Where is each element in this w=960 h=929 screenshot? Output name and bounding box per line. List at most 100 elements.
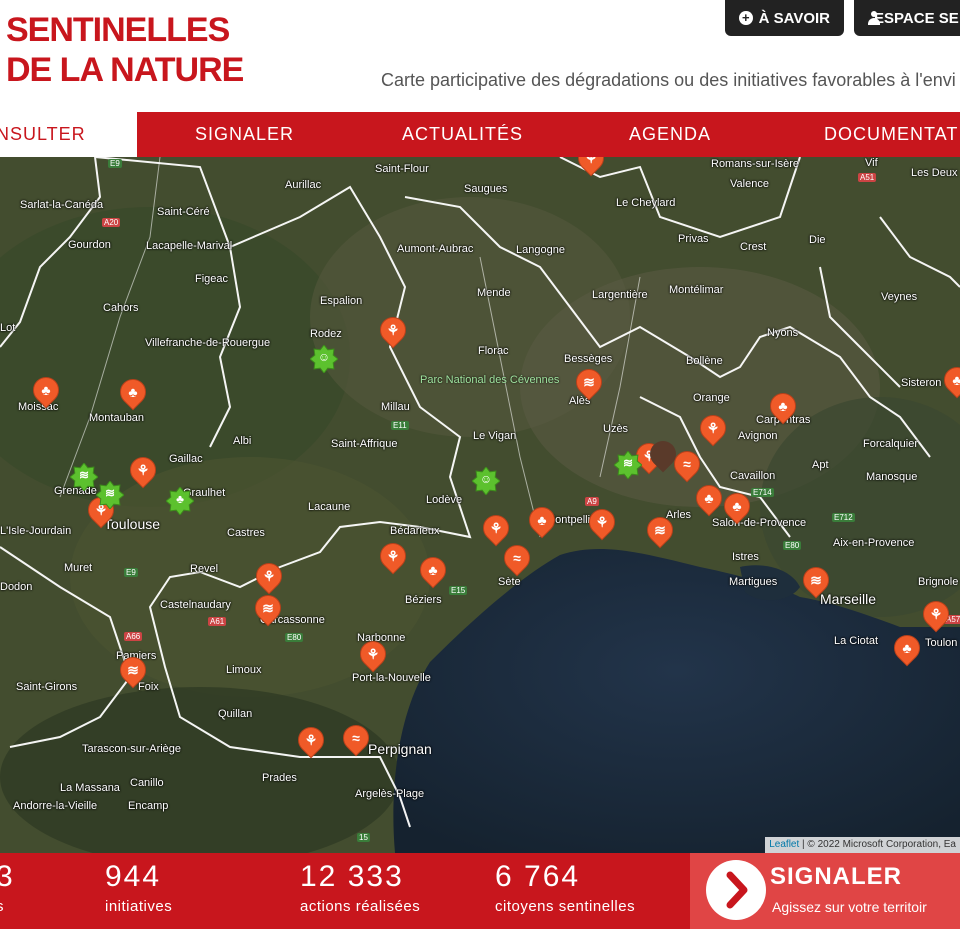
road-shield: A51 xyxy=(858,173,877,182)
report-marker[interactable]: ≋ xyxy=(641,511,679,553)
road-shield: E11 xyxy=(391,421,409,430)
squirrel-icon: ⚘ xyxy=(706,420,720,436)
place-label: Bédarieux xyxy=(390,525,440,537)
report-marker[interactable]: ♣ xyxy=(114,373,152,415)
report-marker[interactable]: ♣ xyxy=(718,487,756,529)
report-marker[interactable]: ♣ xyxy=(414,551,452,593)
initiative-marker[interactable]: ♣ xyxy=(166,487,194,515)
place-label: Castres xyxy=(227,527,265,539)
place-label: La Massana xyxy=(60,782,120,794)
report-marker[interactable]: ♣ xyxy=(27,371,65,413)
water-icon: ≋ xyxy=(78,468,90,482)
report-marker[interactable]: ♣ xyxy=(764,387,802,429)
place-label: Largentière xyxy=(592,289,648,301)
report-marker[interactable]: ⚘ xyxy=(583,503,621,545)
squirrel-icon: ⚘ xyxy=(584,157,598,166)
squirrel-icon: ⚘ xyxy=(262,568,276,584)
tree-icon: ♣ xyxy=(778,398,788,414)
stat-label: initiatives xyxy=(105,898,173,915)
nav-documentation[interactable]: DOCUMENTATI xyxy=(824,112,960,157)
people-icon: ☺ xyxy=(479,472,493,486)
report-marker[interactable]: ⚘ xyxy=(124,451,162,493)
report-marker[interactable]: ≋ xyxy=(797,561,835,603)
initiative-marker[interactable]: ☺ xyxy=(310,345,338,373)
user-space-button[interactable]: ESPACE SE xyxy=(854,0,960,36)
place-label: Perpignan xyxy=(368,741,432,757)
report-marker[interactable]: ♣ xyxy=(938,361,960,403)
nav-agenda[interactable]: AGENDA xyxy=(629,112,711,157)
place-label: Crest xyxy=(740,241,767,253)
tree-icon: ♣ xyxy=(952,372,960,388)
nav-signaler[interactable]: SIGNALER xyxy=(195,112,294,157)
report-marker[interactable]: ♣ xyxy=(523,501,561,543)
place-label: Limoux xyxy=(226,664,262,676)
water-icon: ≋ xyxy=(127,662,139,678)
place-label: Mende xyxy=(477,287,511,299)
report-marker[interactable]: ⚘ xyxy=(374,537,412,579)
place-label: Tarascon-sur-Ariège xyxy=(82,743,182,755)
nav-consulter[interactable]: NSULTER xyxy=(0,112,137,157)
initiative-marker[interactable]: ≋ xyxy=(614,451,642,479)
place-label: Saint-Céré xyxy=(157,206,210,218)
place-label: Quillan xyxy=(218,708,253,720)
main-nav: NSULTER SIGNALER ACTUALITÉS AGENDA DOCUM… xyxy=(0,112,960,157)
stat-label: citoyens sentinelles xyxy=(495,898,636,915)
cta-title: SIGNALER xyxy=(770,863,903,890)
place-label: Montélimar xyxy=(669,284,724,296)
place-label: Romans-sur-Isère xyxy=(711,158,800,170)
place-label: Saint-Girons xyxy=(16,681,78,693)
initiative-marker[interactable]: ☺ xyxy=(472,467,500,495)
report-marker[interactable]: ⚘ xyxy=(292,721,330,763)
tagline: Carte participative des dégradations ou … xyxy=(381,70,956,90)
tree-icon: ♣ xyxy=(537,512,547,528)
place-label: Canillo xyxy=(130,777,164,789)
place-label: Le Vigan xyxy=(473,430,517,442)
report-marker[interactable]: ♣ xyxy=(888,629,926,671)
attribution-text: | © 2022 Microsoft Corporation, Ea xyxy=(799,839,956,850)
report-marker[interactable]: ≋ xyxy=(114,651,152,693)
place-label: Aurillac xyxy=(285,179,322,191)
place-label: Istres xyxy=(732,551,759,563)
squirrel-icon: ⚘ xyxy=(489,520,503,536)
report-marker[interactable] xyxy=(644,435,682,477)
water-icon: ≋ xyxy=(622,456,634,470)
place-label: Saint-Flour xyxy=(375,163,429,175)
report-marker[interactable]: ≈ xyxy=(668,445,706,487)
report-marker[interactable]: ⚘ xyxy=(354,635,392,677)
stat-label: s xyxy=(0,897,15,917)
report-marker[interactable]: ⚘ xyxy=(917,595,955,637)
signaler-cta[interactable]: SIGNALER Agissez sur votre territoir xyxy=(690,853,960,929)
report-marker[interactable]: ≋ xyxy=(249,589,287,631)
stat-number: 12 333 xyxy=(300,860,404,893)
place-label: Les Deux xyxy=(911,167,958,179)
report-marker[interactable]: ⚘ xyxy=(572,157,610,181)
tree-icon: ♣ xyxy=(128,384,138,400)
report-marker[interactable]: ⚘ xyxy=(374,311,412,353)
about-button[interactable]: + À SAVOIR xyxy=(725,0,844,36)
report-marker[interactable]: ≈ xyxy=(498,539,536,581)
squirrel-icon: ⚘ xyxy=(386,322,400,338)
stat-initiatives: 944 initiatives xyxy=(105,857,172,917)
place-label: Rodez xyxy=(310,328,342,340)
logo[interactable]: SENTINELLES DE LA NATURE xyxy=(6,10,244,90)
squirrel-icon: ⚘ xyxy=(595,514,609,530)
report-marker[interactable]: ⚘ xyxy=(694,409,732,451)
squirrel-icon: ⚘ xyxy=(929,606,943,622)
initiative-marker[interactable]: ≋ xyxy=(96,481,124,509)
report-marker[interactable]: ≈ xyxy=(337,719,375,761)
tree-icon: ♣ xyxy=(732,498,742,514)
road-shield: A9 xyxy=(585,497,599,506)
place-label: Lodève xyxy=(426,494,463,506)
initiative-marker[interactable]: ≋ xyxy=(70,463,98,491)
map-attribution: Leaflet | © 2022 Microsoft Corporation, … xyxy=(765,837,960,853)
place-label: Apt xyxy=(812,459,829,471)
place-label: Prades xyxy=(262,772,297,784)
leaflet-link[interactable]: Leaflet xyxy=(769,839,799,850)
nav-actualites[interactable]: ACTUALITÉS xyxy=(402,112,523,157)
report-marker[interactable]: ≋ xyxy=(570,363,608,405)
place-label: Andorre-la-Vieille xyxy=(13,800,98,812)
map[interactable]: Parc National des Cévennes Saint-Flour R… xyxy=(0,157,960,853)
place-label: Manosque xyxy=(866,471,918,483)
place-label: Aumont-Aubrac xyxy=(397,243,474,255)
report-marker[interactable]: ♣ xyxy=(690,479,728,521)
